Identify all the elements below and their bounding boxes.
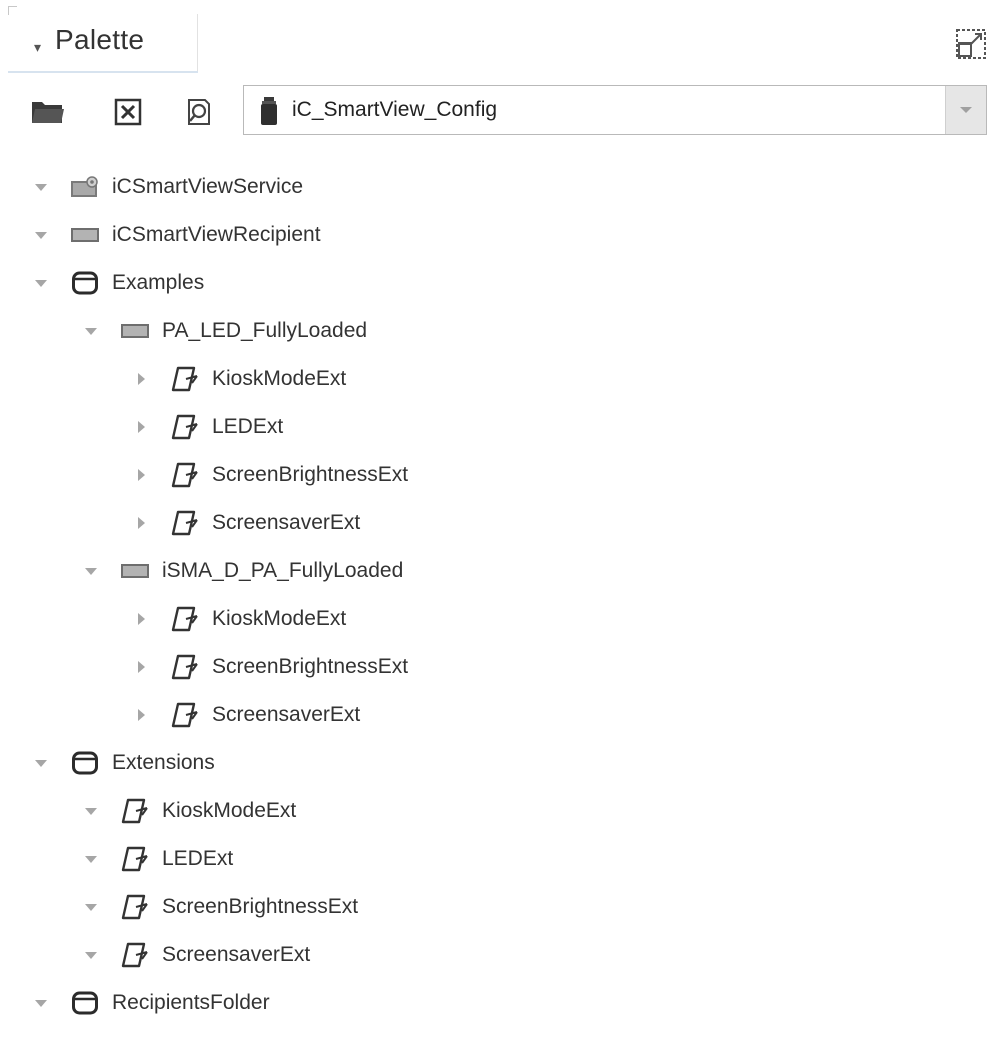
tree-row[interactable]: KioskModeExt [0, 790, 990, 832]
tree-row-label: RecipientsFolder [112, 991, 270, 1014]
extension-icon [170, 414, 200, 440]
tree-row[interactable]: KioskModeExt [0, 598, 990, 640]
tree-row[interactable]: Extensions [0, 742, 990, 784]
tree-row[interactable]: LEDExt [0, 838, 990, 880]
tree-row[interactable]: RecipientsFolder [0, 982, 990, 1024]
expand-arrow-right-icon[interactable] [130, 608, 152, 630]
tree-row-label: Examples [112, 271, 205, 294]
tree-row-label: ScreenBrightnessExt [212, 463, 409, 486]
extension-icon [170, 462, 200, 488]
tree-row[interactable]: LEDExt [0, 406, 990, 448]
expand-arrow-down-icon[interactable] [30, 272, 52, 294]
tree-row[interactable]: iCSmartViewService [0, 166, 990, 208]
extension-icon [170, 702, 200, 728]
tree-row-label: LEDExt [212, 415, 284, 438]
tree-row-label: ScreensaverExt [212, 511, 361, 534]
tab-active-underline [8, 71, 198, 73]
extension-icon [170, 510, 200, 536]
tree-row-label: KioskModeExt [162, 799, 297, 822]
component-icon [120, 558, 150, 584]
extension-icon [170, 606, 200, 632]
tree-row-label: Extensions [112, 751, 215, 774]
service-icon [70, 174, 100, 200]
folder-icon [70, 750, 100, 776]
expand-arrow-down-icon[interactable] [80, 896, 102, 918]
palette-tree: iCSmartViewService iCSmartViewRecipient Ex… [0, 146, 998, 1043]
tree-row[interactable]: ScreenBrightnessExt [0, 454, 990, 496]
folder-open-icon [32, 102, 64, 123]
extension-icon [120, 942, 150, 968]
module-select[interactable]: iC_SmartView_Config [243, 85, 987, 135]
expand-arrow-right-icon[interactable] [130, 368, 152, 390]
tab-menu-arrow-icon[interactable]: ▾ [34, 40, 41, 54]
chevron-down-icon [960, 107, 972, 113]
extension-icon [120, 894, 150, 920]
open-palette-button[interactable] [28, 92, 68, 132]
extension-icon [120, 846, 150, 872]
tree-row[interactable]: Examples [0, 262, 990, 304]
expand-arrow-down-icon[interactable] [30, 752, 52, 774]
component-icon [120, 318, 150, 344]
tree-row[interactable]: ScreensaverExt [0, 694, 990, 736]
tree-row[interactable]: ScreenBrightnessExt [0, 646, 990, 688]
tree-row-label: ScreenBrightnessExt [162, 895, 359, 918]
expand-arrow-right-icon[interactable] [130, 416, 152, 438]
palette-header: ▾ Palette [0, 0, 998, 74]
component-icon [70, 222, 100, 248]
expand-arrow-right-icon[interactable] [130, 512, 152, 534]
close-palette-button[interactable] [108, 92, 148, 132]
folder-icon [70, 990, 100, 1016]
expand-arrow-down-icon[interactable] [30, 992, 52, 1014]
dropdown-button[interactable] [945, 86, 986, 134]
module-selected-value: iC_SmartView_Config [292, 98, 498, 121]
expand-arrow-down-icon[interactable] [80, 944, 102, 966]
tree-row-label: ScreensaverExt [162, 943, 311, 966]
expand-arrow-down-icon[interactable] [80, 848, 102, 870]
tree-row[interactable]: iSMA_D_PA_FullyLoaded [0, 550, 990, 592]
tree-row-label: iCSmartViewService [112, 175, 303, 198]
palette-toolbar: iC_SmartView_Config [0, 74, 998, 146]
expand-arrow-down-icon[interactable] [30, 176, 52, 198]
tree-row-label: iSMA_D_PA_FullyLoaded [162, 559, 404, 582]
expand-arrow-down-icon[interactable] [80, 320, 102, 342]
find-icon [188, 99, 210, 125]
tree-row[interactable]: ScreensaverExt [0, 502, 990, 544]
expand-arrow-right-icon[interactable] [130, 464, 152, 486]
extension-icon [170, 654, 200, 680]
tree-row-label: LEDExt [162, 847, 234, 870]
tree-row-label: KioskModeExt [212, 607, 347, 630]
tree-row-label: ScreenBrightnessExt [212, 655, 409, 678]
tree-row[interactable]: ScreensaverExt [0, 934, 990, 976]
tree-row[interactable]: KioskModeExt [0, 358, 990, 400]
expand-arrow-down-icon[interactable] [80, 800, 102, 822]
expand-arrow-right-icon[interactable] [130, 704, 152, 726]
jar-icon [258, 96, 280, 131]
expand-arrow-down-icon[interactable] [80, 560, 102, 582]
close-box-icon [114, 98, 142, 126]
tree-row-label: PA_LED_FullyLoaded [162, 319, 368, 342]
folder-icon [70, 270, 100, 296]
expand-arrow-down-icon[interactable] [30, 224, 52, 246]
expand-arrow-right-icon[interactable] [130, 656, 152, 678]
tree-row-label: iCSmartViewRecipient [112, 223, 321, 246]
tree-row-label: KioskModeExt [212, 367, 347, 390]
extension-icon [170, 366, 200, 392]
tree-row[interactable]: PA_LED_FullyLoaded [0, 310, 990, 352]
tree-row-label: ScreensaverExt [212, 703, 361, 726]
palette-title: Palette [55, 24, 145, 55]
tree-row[interactable]: iCSmartViewRecipient [0, 214, 990, 256]
find-palette-button[interactable] [178, 92, 218, 132]
tree-row[interactable]: ScreenBrightnessExt [0, 886, 990, 928]
maximize-icon[interactable] [954, 27, 988, 61]
extension-icon [120, 798, 150, 824]
